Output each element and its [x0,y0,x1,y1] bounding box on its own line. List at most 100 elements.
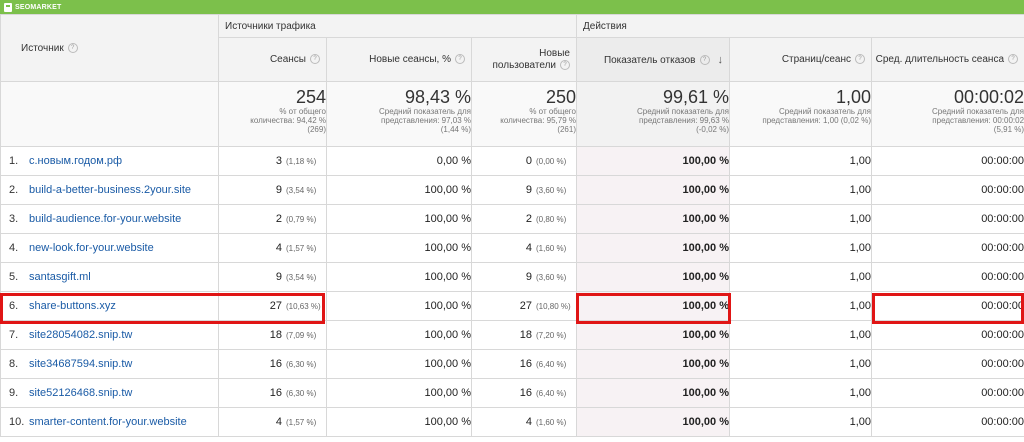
source-link[interactable]: build-audience.for-your.website [29,213,181,225]
new-users-percent: (10,80 %) [536,302,571,311]
row-index: 7. [9,329,19,341]
new-sessions-cell: 100,00 % [326,378,472,408]
source-link[interactable]: smarter-content.for-your.website [29,416,187,428]
new-users-value: 27 [519,300,532,312]
new-users-cell: 16 (6,40 %) [471,349,577,379]
sort-descending-icon[interactable]: ↓ [718,54,724,66]
row-index: 9. [9,387,19,399]
source-cell: 10. smarter-content.for-your.website [0,407,219,437]
bounce-rate-cell: 100,00 % [576,320,730,350]
source-column-header[interactable]: Источник? [0,14,219,82]
source-link[interactable]: santasgift.ml [29,271,91,283]
source-cell: 4. new-look.for-your.website [0,233,219,263]
sessions-value: 4 [275,242,282,254]
help-icon[interactable]: ? [67,42,78,53]
row-index: 3. [9,213,19,225]
summary-note: представления: 99,63 % [639,116,729,125]
new-sessions-cell: 0,00 % [326,146,472,176]
table-row: 10. smarter-content.for-your.website 4 (1,5… [0,407,1024,437]
bounce-rate-cell: 100,00 % [576,146,730,176]
new-users-percent: (0,80 %) [536,215,567,224]
summary-avg-duration: 00:00:02 Средний показатель для представ… [870,81,1024,147]
sessions-percent: (0,79 %) [286,215,317,224]
help-icon[interactable]: ? [1008,54,1019,65]
source-link[interactable]: site52126468.snip.tw [29,387,132,399]
new-users-cell: 4 (1,60 %) [471,233,577,263]
table-row: 9. site52126468.snip.tw 16 (6,30 %) 100,00 %… [0,378,1024,408]
sessions-cell: 16 (6,30 %) [218,378,327,408]
sessions-percent: (6,30 %) [286,389,317,398]
logo-text: SEOMARKET [15,3,62,11]
avg-duration-cell: 00:00:00 [870,146,1024,176]
pages-per-session-cell: 1,00 [729,291,872,321]
sessions-percent: (1,57 %) [286,418,317,427]
highlight-duration-row-6 [872,293,1024,324]
summary-source-cell [0,81,219,147]
help-icon[interactable]: ? [310,54,320,65]
pages-per-session-column-header[interactable]: Страниц/сеанс? [729,37,872,82]
new-users-cell: 27 (10,80 %) [471,291,577,321]
help-icon[interactable]: ? [699,54,710,65]
source-cell: 8. site34687594.snip.tw [0,349,219,379]
summary-note: Средний показатель для [932,107,1024,116]
sessions-value: 9 [275,271,282,283]
avg-duration-cell: 00:00:00 [870,175,1024,205]
help-icon[interactable]: ? [455,54,465,65]
help-icon[interactable]: ? [855,54,865,65]
sessions-percent: (6,30 %) [286,360,317,369]
pages-per-session-cell: 1,00 [729,320,872,350]
bounce-rate-column-header[interactable]: Показатель отказов? ↓ [576,37,730,82]
source-link[interactable]: с.новым.годом.рф [29,155,122,167]
avg-duration-cell: 00:00:00 [870,233,1024,263]
source-link[interactable]: site34687594.snip.tw [29,358,132,370]
new-sessions-cell: 100,00 % [326,407,472,437]
pages-per-session-cell: 1,00 [729,262,872,292]
report-table: Источник? Источники трафика Действия Сеа… [0,14,1024,437]
new-users-header-line1: Новые [539,47,570,59]
help-icon[interactable]: ? [560,59,570,70]
pages-per-session-cell: 1,00 [729,233,872,263]
new-users-cell: 18 (7,20 %) [471,320,577,350]
source-link[interactable]: build-a-better-business.2your.site [29,184,191,196]
avg-duration-cell: 00:00:00 [870,204,1024,234]
new-sessions-cell: 100,00 % [326,233,472,263]
source-link[interactable]: site28054082.snip.tw [29,329,132,341]
bounce-rate-cell: 100,00 % [576,262,730,292]
new-users-cell: 0 (0,00 %) [471,146,577,176]
new-sessions-cell: 100,00 % [326,349,472,379]
summary-note: % от общего [529,107,576,116]
source-link[interactable]: new-look.for-your.website [29,242,154,254]
new-sessions-column-header[interactable]: Новые сеансы, %? [326,37,472,82]
new-users-cell: 9 (3,60 %) [471,175,577,205]
summary-value: 00:00:02 [953,87,1024,107]
sessions-column-header[interactable]: Сеансы? [218,37,327,82]
logo-icon [4,2,12,12]
new-users-column-header[interactable]: Новые пользователи? [471,37,577,82]
new-sessions-cell: 100,00 % [326,175,472,205]
sessions-percent: (3,54 %) [286,273,317,282]
avg-session-duration-column-header[interactable]: Сред. длительность сеанса? [870,37,1024,82]
sessions-cell: 18 (7,09 %) [218,320,327,350]
summary-value: 254 [295,87,326,107]
new-sessions-cell: 100,00 % [326,320,472,350]
pages-per-session-cell: 1,00 [729,175,872,205]
summary-sessions: 254 % от общего количества: 94,42 % (269… [218,81,327,147]
new-sessions-cell: 100,00 % [326,262,472,292]
sessions-cell: 4 (1,57 %) [218,407,327,437]
sessions-cell: 16 (6,30 %) [218,349,327,379]
brand-bar: SEOMARKET [0,0,1024,14]
summary-note: (5,91 %) [993,125,1024,134]
sessions-cell: 9 (3,54 %) [218,262,327,292]
new-sessions-cell: 100,00 % [326,291,472,321]
sessions-cell: 3 (1,18 %) [218,146,327,176]
sessions-value: 4 [275,416,282,428]
sessions-value: 16 [269,358,282,370]
new-users-percent: (1,60 %) [536,244,567,253]
table-row: 4. new-look.for-your.website 4 (1,57 %) 100,… [0,233,1024,263]
bounce-rate-cell: 100,00 % [576,407,730,437]
sessions-percent: (7,09 %) [286,331,317,340]
pages-per-session-cell: 1,00 [729,146,872,176]
summary-note: (269) [307,125,326,134]
source-cell: 2. build-a-better-business.2your.site [0,175,219,205]
bounce-rate-cell: 100,00 % [576,233,730,263]
